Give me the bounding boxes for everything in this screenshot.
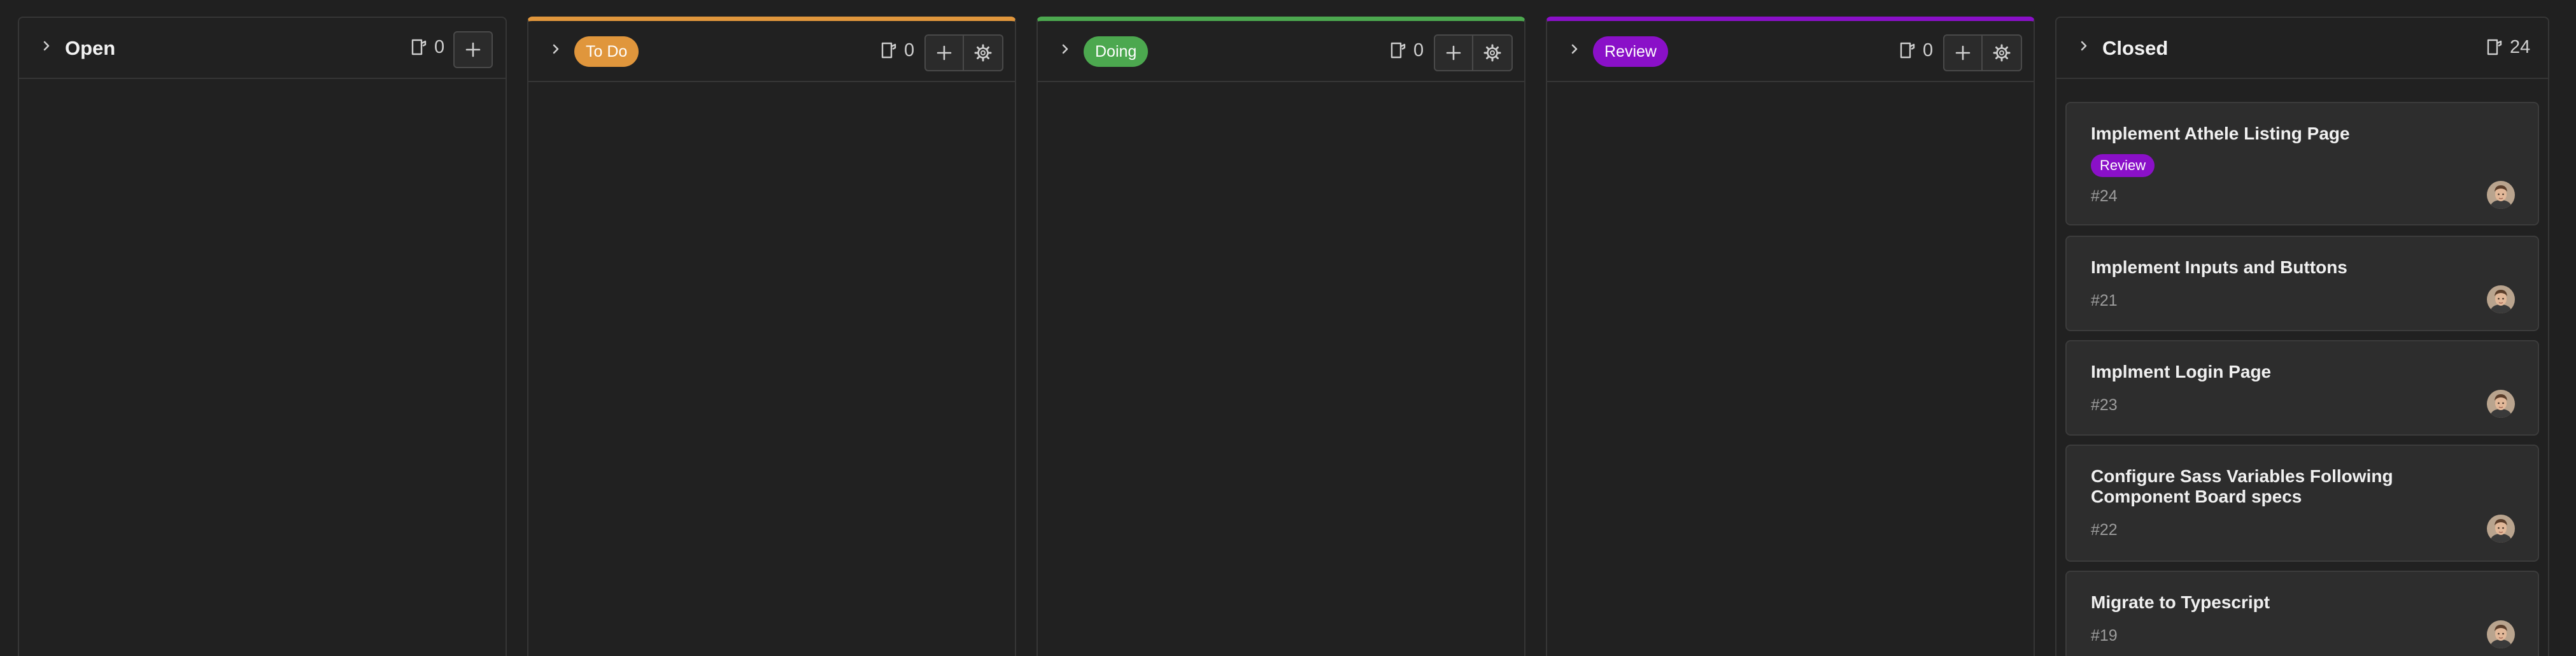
issue-counter: 0 [409,36,444,59]
issue-card[interactable]: Implment Login Page #23 [2065,340,2539,436]
issue-card[interactable]: Migrate to Typescript #19 [2065,571,2539,656]
column-header: Review 0 [1547,21,2034,82]
column-settings-button[interactable] [1473,34,1513,71]
avatar[interactable] [2487,515,2515,543]
issue-icon [409,38,428,57]
column-label-badge: To Do [574,36,639,67]
chevron-right-icon[interactable] [549,42,563,56]
column-todo: To Do 0 [527,17,1016,656]
issue-icon [1388,41,1407,60]
issue-icon [1897,41,1916,60]
card-title[interactable]: Implment Login Page [2091,362,2468,382]
kanban-board: Open 0 To Do 0 Doing 0 Review 0 Closed 2… [0,0,2576,656]
column-header: Doing 0 [1038,21,1524,82]
column-title: Open [65,37,116,59]
card-label-badge: Review [2091,154,2155,177]
plus-icon [1953,43,1972,62]
chevron-right-icon[interactable] [39,39,53,53]
issue-icon [879,41,898,60]
avatar[interactable] [2487,620,2515,648]
avatar[interactable] [2487,285,2515,313]
issue-count: 0 [1923,39,1934,61]
plus-icon [1444,43,1463,62]
issue-counter: 24 [2484,36,2530,59]
column-settings-button[interactable] [964,34,1003,71]
add-issue-button[interactable] [453,31,493,68]
card-title[interactable]: Implement Inputs and Buttons [2091,257,2468,278]
chevron-right-icon[interactable] [1568,42,1582,56]
column-label-badge: Doing [1084,36,1149,67]
add-issue-button[interactable] [1943,34,1983,71]
chevron-right-icon[interactable] [1058,42,1072,56]
issue-count: 0 [434,36,445,57]
card-title[interactable]: Configure Sass Variables Following Compo… [2091,466,2468,507]
plus-icon [935,43,954,62]
card-number: #21 [2091,292,2118,310]
card-number: #24 [2091,187,2118,205]
issue-count: 24 [2510,36,2531,57]
issue-card[interactable]: Implement Athele Listing Page Review #24 [2065,102,2539,225]
avatar[interactable] [2487,390,2515,418]
gear-icon [973,43,993,62]
plus-icon [464,40,483,59]
card-title[interactable]: Implement Athele Listing Page [2091,124,2468,144]
column-header: Open 0 [19,18,506,79]
gear-icon [1483,43,1502,62]
card-number: #22 [2091,521,2118,539]
column-review: Review 0 [1546,17,2035,656]
column-open: Open 0 [18,17,507,656]
column-title: Closed [2102,37,2169,59]
issue-counter: 0 [1388,39,1424,62]
gear-icon [1992,43,2011,62]
card-number: #23 [2091,396,2118,414]
chevron-right-icon[interactable] [2077,39,2091,53]
issue-counter: 0 [879,39,914,62]
card-title[interactable]: Migrate to Typescript [2091,592,2468,613]
issue-counter: 0 [1897,39,1933,62]
issue-count: 0 [904,39,915,61]
issue-card[interactable]: Configure Sass Variables Following Compo… [2065,445,2539,562]
issue-card[interactable]: Implement Inputs and Buttons #21 [2065,236,2539,331]
add-issue-button[interactable] [1434,34,1473,71]
avatar[interactable] [2487,181,2515,209]
issue-icon [2484,38,2503,57]
column-header: To Do 0 [528,21,1015,82]
column-settings-button[interactable] [1983,34,2022,71]
add-issue-button[interactable] [924,34,964,71]
card-number: #19 [2091,627,2118,645]
column-label-badge: Review [1593,36,1668,67]
column-closed: Closed 24 Implement Athele Listing Page … [2055,17,2549,656]
issue-count: 0 [1413,39,1424,61]
column-header: Closed 24 [2056,18,2548,79]
column-doing: Doing 0 [1037,17,1525,656]
